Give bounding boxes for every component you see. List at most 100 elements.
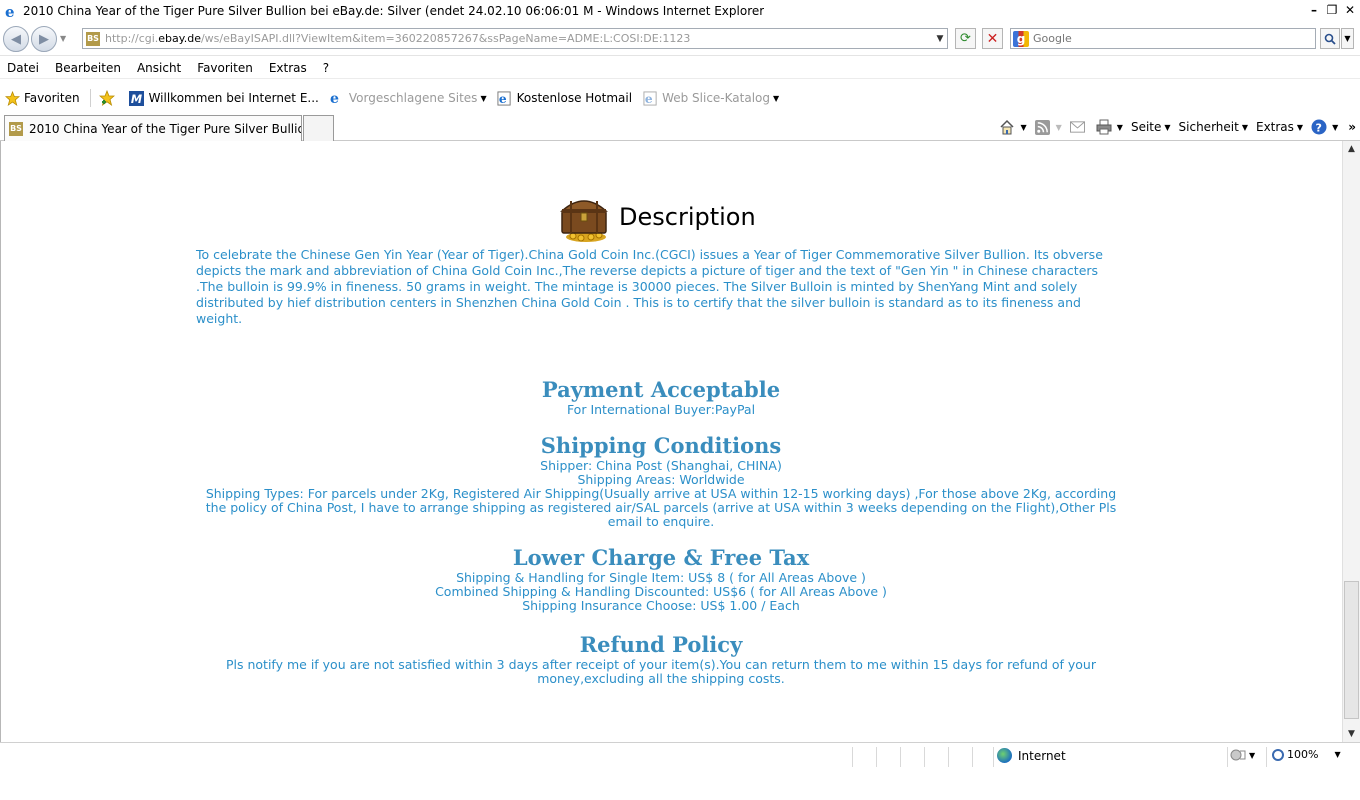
- refund-text: Pls notify me if you are not satisfied w…: [225, 657, 1096, 686]
- magnifier-icon: [1324, 33, 1336, 45]
- status-bar: Internet ▼ 100% ▼: [0, 742, 1360, 768]
- google-icon: g: [1013, 30, 1029, 47]
- globe-icon: [997, 748, 1012, 763]
- ie-page-icon: e: [497, 90, 513, 106]
- search-options-dropdown-icon[interactable]: ▼: [1341, 28, 1354, 49]
- protected-mode-icon: [1230, 749, 1246, 761]
- more-commands-chevron-icon[interactable]: »: [1348, 120, 1356, 134]
- search-input[interactable]: [1033, 32, 1303, 45]
- shipping-section: Shipping Conditions Shipper: China Post …: [196, 433, 1126, 529]
- ie-page-icon: e: [642, 90, 658, 106]
- shipping-areas: Shipping Areas: Worldwide: [577, 472, 745, 487]
- charge-section: Lower Charge & Free Tax Shipping & Handl…: [196, 545, 1126, 613]
- page-content: Description To celebrate the Chinese Gen…: [0, 141, 1342, 742]
- status-divider: [948, 747, 949, 767]
- charge-insurance: Shipping Insurance Choose: US$ 1.00 / Ea…: [522, 598, 800, 613]
- page-menu-button[interactable]: Seite ▼: [1131, 120, 1171, 134]
- favorites-button[interactable]: Favoriten: [4, 90, 80, 106]
- address-dropdown-icon[interactable]: ▼: [933, 34, 947, 44]
- svg-text:e: e: [330, 91, 339, 106]
- protected-mode-button[interactable]: ▼: [1230, 748, 1255, 762]
- window-titlebar: e 2010 China Year of the Tiger Pure Silv…: [0, 0, 1360, 22]
- new-tab-button[interactable]: [303, 115, 334, 141]
- description-title: Description: [619, 203, 756, 231]
- description-header: Description: [559, 191, 756, 243]
- status-divider: [876, 747, 877, 767]
- window-controls: – ❐ ✕: [1306, 2, 1358, 18]
- status-divider: [972, 747, 973, 767]
- payment-title: Payment Acceptable: [541, 377, 781, 402]
- menu-tools[interactable]: Extras: [261, 61, 315, 75]
- scroll-down-arrow-icon[interactable]: ▼: [1343, 726, 1360, 742]
- treasure-chest-icon: [560, 200, 608, 242]
- search-button[interactable]: [1320, 28, 1340, 49]
- address-url[interactable]: http://cgi.ebay.de/ws/eBayISAPI.dll?View…: [105, 32, 933, 45]
- window-title: 2010 China Year of the Tiger Pure Silver…: [23, 4, 765, 18]
- zoom-control[interactable]: 100% ▼: [1272, 748, 1341, 761]
- favorite-link-welcome[interactable]: M Willkommen bei Internet E...: [129, 90, 319, 106]
- refresh-button[interactable]: ⟳: [955, 28, 976, 49]
- help-menu-button[interactable]: ? ▼: [1311, 119, 1338, 135]
- status-divider: [1227, 747, 1228, 767]
- tab-active[interactable]: BS 2010 China Year of the Tiger Pure Sil…: [4, 115, 302, 141]
- star-add-icon: [98, 90, 115, 106]
- feeds-button[interactable]: ▼: [1035, 119, 1062, 135]
- payment-section: Payment Acceptable For International Buy…: [196, 377, 1126, 417]
- suggested-sites-dropdown-icon[interactable]: ▼: [480, 94, 486, 103]
- mail-icon: [1070, 119, 1086, 135]
- site-favicon-icon: BS: [9, 121, 23, 136]
- internet-explorer-icon: e: [3, 3, 19, 19]
- menu-edit[interactable]: Bearbeiten: [47, 61, 129, 75]
- help-icon: ?: [1311, 119, 1327, 135]
- minimize-button[interactable]: –: [1306, 2, 1322, 18]
- shipping-types: Shipping Types: For parcels under 2Kg, R…: [205, 486, 1117, 529]
- add-to-favorites-bar-button[interactable]: [98, 90, 119, 106]
- charge-title: Lower Charge & Free Tax: [512, 545, 810, 570]
- favorite-link-hotmail[interactable]: e Kostenlose Hotmail: [497, 90, 632, 106]
- shipping-title: Shipping Conditions: [540, 433, 782, 458]
- favorite-link-web-slice[interactable]: e Web Slice-Katalog ▼: [642, 90, 779, 106]
- favorite-link-suggested-sites[interactable]: e Vorgeschlagene Sites ▼: [329, 90, 486, 106]
- star-icon: [4, 90, 20, 106]
- favorites-bar: Favoriten M Willkommen bei Internet E...…: [0, 85, 1360, 111]
- web-slice-dropdown-icon[interactable]: ▼: [773, 94, 779, 103]
- scrollbar-thumb[interactable]: [1344, 581, 1359, 719]
- close-button[interactable]: ✕: [1342, 2, 1358, 18]
- search-box[interactable]: g: [1010, 28, 1316, 49]
- refund-title: Refund Policy: [579, 632, 743, 657]
- svg-text:?: ?: [1316, 122, 1322, 135]
- maximize-button[interactable]: ❐: [1324, 2, 1340, 18]
- home-button[interactable]: ▼: [999, 119, 1027, 135]
- forward-button[interactable]: ▶: [31, 26, 57, 52]
- status-divider: [993, 747, 994, 767]
- ie-page-icon: e: [329, 90, 345, 106]
- svg-text:e: e: [499, 92, 507, 106]
- menu-file[interactable]: Datei: [0, 61, 47, 75]
- back-button[interactable]: ◀: [3, 26, 29, 52]
- safety-menu-button[interactable]: Sicherheit ▼: [1179, 120, 1248, 134]
- rss-feed-icon: [1035, 119, 1051, 135]
- scroll-up-arrow-icon[interactable]: ▲: [1343, 141, 1360, 157]
- history-dropdown-icon[interactable]: ▼: [60, 34, 66, 43]
- menu-help[interactable]: ?: [315, 61, 337, 75]
- stop-button[interactable]: ✕: [982, 28, 1003, 49]
- vertical-scrollbar[interactable]: ▲ ▼: [1342, 141, 1360, 742]
- payment-line: For International Buyer:PayPal: [566, 402, 756, 417]
- read-mail-button[interactable]: [1070, 119, 1088, 135]
- screen-bottom-area: [0, 768, 1360, 800]
- print-button[interactable]: ▼: [1096, 119, 1123, 135]
- status-divider: [900, 747, 901, 767]
- shipping-shipper: Shipper: China Post (Shanghai, CHINA): [540, 458, 782, 473]
- zoom-dropdown-icon[interactable]: ▼: [1334, 750, 1340, 759]
- charge-combined: Combined Shipping & Handling Discounted:…: [435, 584, 887, 599]
- menu-view[interactable]: Ansicht: [129, 61, 189, 75]
- security-zone[interactable]: Internet: [997, 748, 1066, 763]
- tab-row: BS 2010 China Year of the Tiger Pure Sil…: [0, 112, 1360, 141]
- address-bar[interactable]: BS http://cgi.ebay.de/ws/eBayISAPI.dll?V…: [82, 28, 948, 49]
- msn-icon: M: [129, 90, 145, 106]
- home-icon: [999, 119, 1015, 135]
- status-divider: [924, 747, 925, 767]
- tools-menu-button[interactable]: Extras ▼: [1256, 120, 1303, 134]
- svg-text:e: e: [644, 92, 652, 106]
- menu-favorites[interactable]: Favoriten: [189, 61, 261, 75]
